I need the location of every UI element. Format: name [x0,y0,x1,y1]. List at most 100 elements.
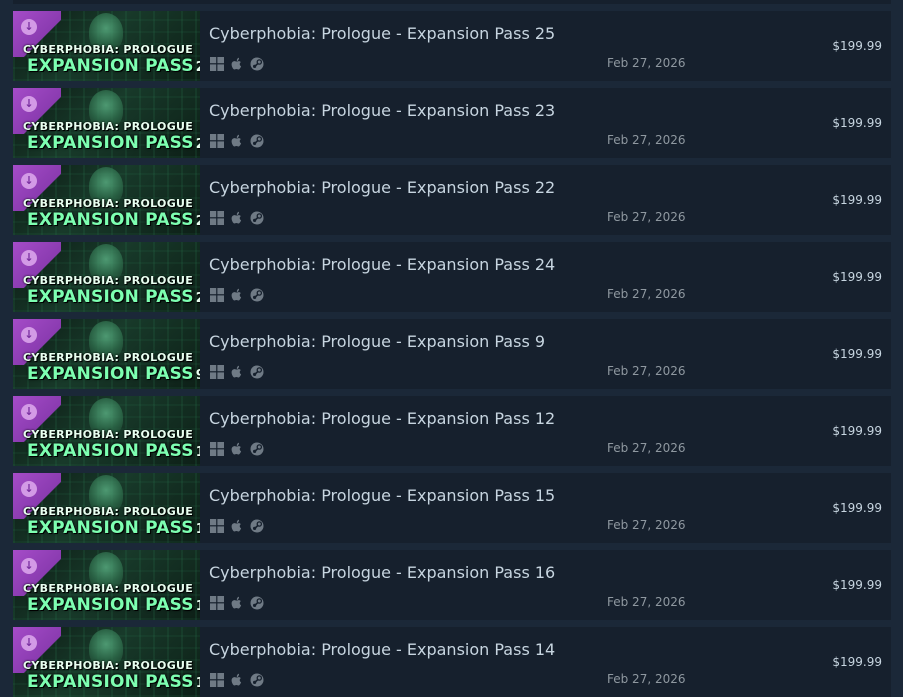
download-arrow-icon: ↓ [21,404,37,420]
result-title: Cyberphobia: Prologue - Expansion Pass 2… [209,24,556,43]
windows-icon [210,518,224,533]
release-date: Feb 27, 2026 [607,441,686,455]
capsule-number: 9 [196,368,200,383]
capsule-image: ↓ CYBERPHOBIA: PROLOGUE EXPANSION PASS24 [13,242,200,312]
search-result-row[interactable]: ↓ CYBERPHOBIA: PROLOGUE EXPANSION PASS23… [13,88,891,158]
platform-icons [210,672,264,687]
search-result-row[interactable]: ↓ CYBERPHOBIA: PROLOGUE EXPANSION PASS15… [13,473,891,543]
apple-icon [231,134,242,146]
platform-icons [210,56,264,71]
result-title: Cyberphobia: Prologue - Expansion Pass 1… [209,640,556,659]
capsule-image: ↓ CYBERPHOBIA: PROLOGUE EXPANSION PASS9 [13,319,200,389]
windows-icon [210,210,224,225]
capsule-title-line1: CYBERPHOBIA: PROLOGUE [23,43,194,56]
windows-icon [210,672,224,687]
apple-icon [231,673,242,685]
search-result-row[interactable]: ↓ CYBERPHOBIA: PROLOGUE EXPANSION PASS25… [13,11,891,81]
steam-icon [250,57,264,70]
capsule-title-line1: CYBERPHOBIA: PROLOGUE [23,351,194,364]
capsule-title-line1: CYBERPHOBIA: PROLOGUE [23,197,194,210]
capsule-image: ↓ CYBERPHOBIA: PROLOGUE EXPANSION PASS15 [13,473,200,543]
apple-icon [231,596,242,608]
capsule-title-line2: EXPANSION PASS12 [27,441,200,461]
price: $199.99 [832,39,882,53]
result-title: Cyberphobia: Prologue - Expansion Pass 2… [209,178,556,197]
download-arrow-icon: ↓ [21,96,37,112]
windows-icon [210,595,224,610]
price: $199.99 [832,655,882,669]
capsule-number: 25 [196,60,200,75]
apple-icon [231,442,242,454]
download-arrow-icon: ↓ [21,558,37,574]
capsule-image: ↓ CYBERPHOBIA: PROLOGUE EXPANSION PASS22 [13,165,200,235]
release-date: Feb 27, 2026 [607,595,686,609]
release-date: Feb 27, 2026 [607,133,686,147]
capsule-title-line2: EXPANSION PASS22 [27,210,200,230]
capsule-title-line1: CYBERPHOBIA: PROLOGUE [23,274,194,287]
capsule-title-line2: EXPANSION PASS15 [27,518,200,538]
apple-icon [231,365,242,377]
platform-icons [210,364,264,379]
release-date: Feb 27, 2026 [607,56,686,70]
search-result-row[interactable]: ↓ CYBERPHOBIA: PROLOGUE EXPANSION PASS12… [13,396,891,466]
capsule-title-line1: CYBERPHOBIA: PROLOGUE [23,120,194,133]
search-result-row[interactable]: ↓ CYBERPHOBIA: PROLOGUE EXPANSION PASS24… [13,242,891,312]
capsule-number: 12 [196,445,200,460]
windows-icon [210,287,224,302]
price: $199.99 [832,193,882,207]
result-title: Cyberphobia: Prologue - Expansion Pass 1… [209,486,556,505]
steam-icon [250,442,264,455]
capsule-number: 15 [196,522,200,537]
windows-icon [210,56,224,71]
capsule-title-line2: EXPANSION PASS9 [27,364,200,384]
capsule-image: ↓ CYBERPHOBIA: PROLOGUE EXPANSION PASS23 [13,88,200,158]
download-arrow-icon: ↓ [21,327,37,343]
capsule-number: 23 [196,137,200,152]
price: $199.99 [832,116,882,130]
capsule-number: 22 [196,214,200,229]
windows-icon [210,133,224,148]
release-date: Feb 27, 2026 [607,518,686,532]
download-arrow-icon: ↓ [21,173,37,189]
search-result-row[interactable]: ↓ CYBERPHOBIA: PROLOGUE EXPANSION PASS16… [13,550,891,620]
search-result-row[interactable]: ↓ CYBERPHOBIA: PROLOGUE EXPANSION PASS22… [13,165,891,235]
steam-icon [250,596,264,609]
price: $199.99 [832,424,882,438]
price: $199.99 [832,501,882,515]
price: $199.99 [832,347,882,361]
result-title: Cyberphobia: Prologue - Expansion Pass 2… [209,255,556,274]
capsule-number: 14 [196,676,200,691]
price: $199.99 [832,270,882,284]
download-arrow-icon: ↓ [21,481,37,497]
capsule-image: ↓ CYBERPHOBIA: PROLOGUE EXPANSION PASS25 [13,11,200,81]
previous-row-edge [13,0,891,4]
platform-icons [210,441,264,456]
search-result-row[interactable]: ↓ CYBERPHOBIA: PROLOGUE EXPANSION PASS9 … [13,319,891,389]
release-date: Feb 27, 2026 [607,287,686,301]
steam-icon [250,288,264,301]
apple-icon [231,519,242,531]
capsule-number: 24 [196,291,200,306]
capsule-number: 16 [196,599,200,614]
release-date: Feb 27, 2026 [607,672,686,686]
apple-icon [231,211,242,223]
steam-icon [250,365,264,378]
apple-icon [231,57,242,69]
capsule-image: ↓ CYBERPHOBIA: PROLOGUE EXPANSION PASS14 [13,627,200,697]
capsule-title-line1: CYBERPHOBIA: PROLOGUE [23,582,194,595]
steam-icon [250,134,264,147]
result-title: Cyberphobia: Prologue - Expansion Pass 9 [209,332,546,351]
download-arrow-icon: ↓ [21,19,37,35]
release-date: Feb 27, 2026 [607,364,686,378]
platform-icons [210,518,264,533]
capsule-image: ↓ CYBERPHOBIA: PROLOGUE EXPANSION PASS12 [13,396,200,466]
platform-icons [210,287,264,302]
search-result-row[interactable]: ↓ CYBERPHOBIA: PROLOGUE EXPANSION PASS14… [13,627,891,697]
capsule-title-line2: EXPANSION PASS14 [27,672,200,692]
capsule-title-line2: EXPANSION PASS16 [27,595,200,615]
platform-icons [210,133,264,148]
result-title: Cyberphobia: Prologue - Expansion Pass 2… [209,101,556,120]
windows-icon [210,441,224,456]
download-arrow-icon: ↓ [21,635,37,651]
steam-icon [250,211,264,224]
